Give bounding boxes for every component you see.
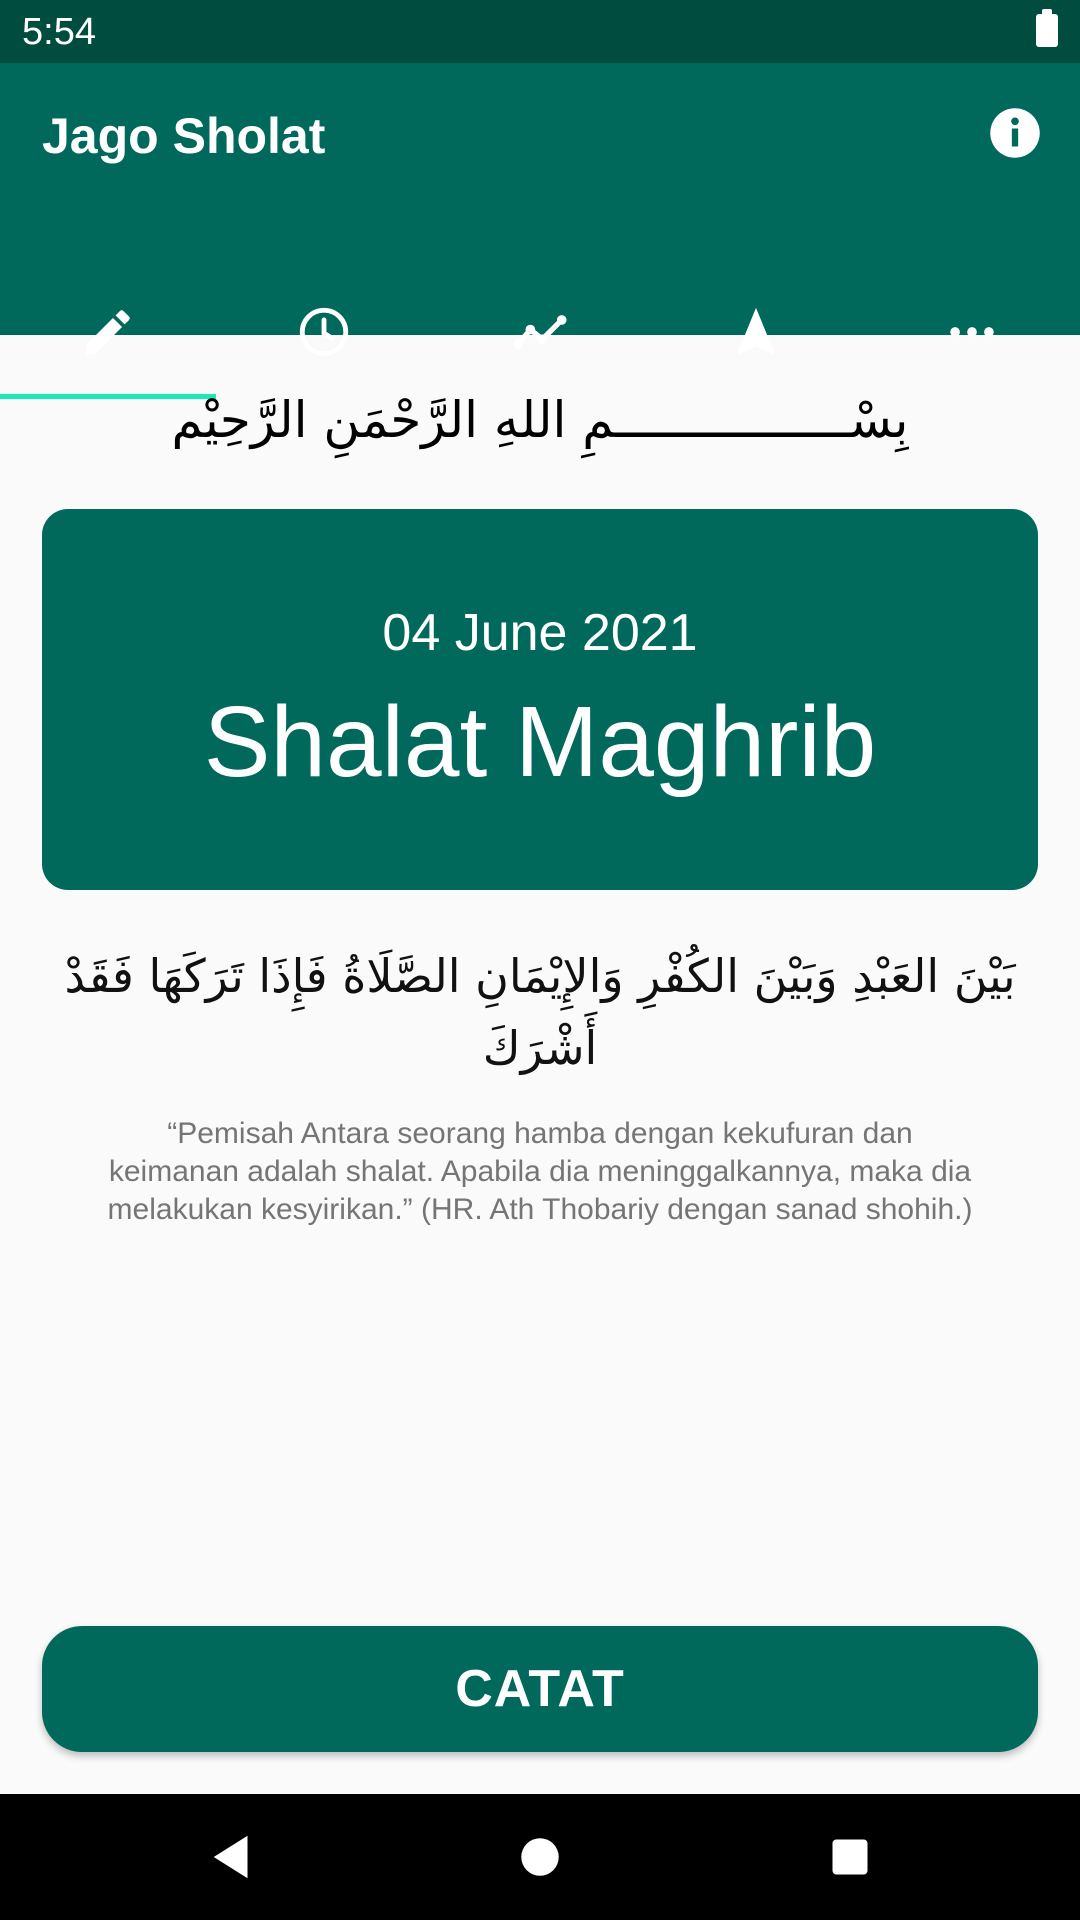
bismillah-text: بِسْــــــــــــــــمِ اللهِ الرَّحْمَنِ… — [171, 391, 909, 449]
system-nav-bar — [0, 1794, 1080, 1920]
app-title: Jago Sholat — [42, 108, 326, 164]
prayer-card: 04 June 2021 Shalat Maghrib — [42, 509, 1038, 890]
recents-button[interactable] — [820, 1827, 880, 1887]
home-button[interactable] — [510, 1827, 570, 1887]
status-time: 5:54 — [22, 11, 96, 53]
app-bar: Jago Sholat — [0, 63, 1080, 399]
clock-icon — [299, 307, 349, 357]
hadith-translation: “Pemisah Antara seorang hamba dengan kek… — [107, 1117, 973, 1226]
battery-icon — [1036, 9, 1058, 47]
info-button[interactable] — [988, 106, 1042, 160]
status-bar: 5:54 — [0, 0, 1080, 63]
home-circle-icon — [521, 1838, 559, 1876]
pencil-icon — [86, 310, 130, 354]
record-button[interactable]: CATAT — [42, 1626, 1038, 1752]
hadith-arabic: بَيْنَ العَبْدِ وَبَيْنَ الكُفْرِ وَالإِ… — [64, 949, 1016, 1075]
trend-line-icon — [513, 315, 567, 349]
navigation-arrow-icon — [737, 307, 775, 354]
more-horiz-icon — [950, 327, 994, 337]
back-button[interactable] — [200, 1827, 260, 1887]
tab-qibla[interactable] — [648, 263, 864, 399]
tab-more[interactable] — [864, 263, 1080, 399]
tab-record[interactable] — [0, 263, 216, 399]
recents-square-icon — [832, 1839, 868, 1875]
back-triangle-icon — [213, 1835, 248, 1879]
tab-bar — [0, 263, 1080, 399]
tab-schedule[interactable] — [216, 263, 432, 399]
info-icon — [990, 108, 1040, 158]
prayer-name: Shalat Maghrib — [203, 686, 877, 798]
tab-statistics[interactable] — [432, 263, 648, 399]
prayer-date: 04 June 2021 — [382, 604, 698, 662]
